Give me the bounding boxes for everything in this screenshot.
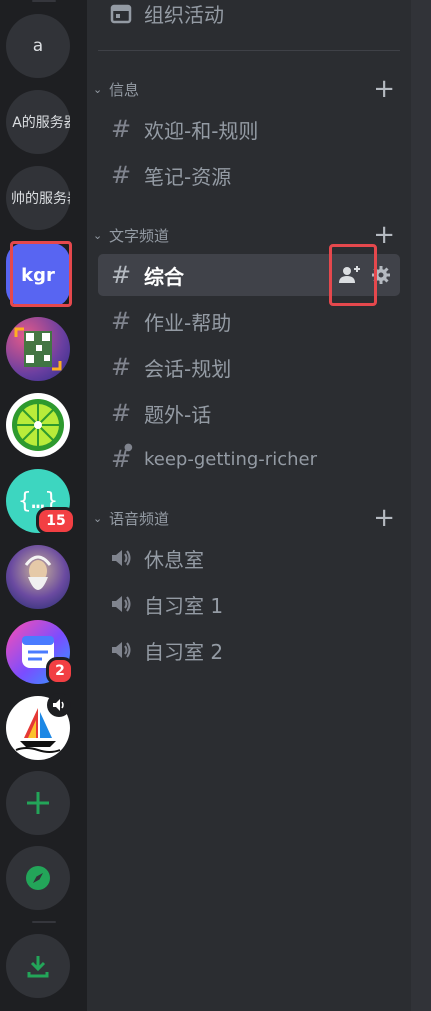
chat-area-edge — [411, 0, 431, 1011]
wizard-avatar-icon — [24, 555, 52, 590]
channel-list-panel: 组织活动 ⌄ 信息 + # 欢迎-和-规则 # 笔记-资源 ⌄ 文字频道 + #… — [87, 0, 411, 1011]
compass-icon — [26, 866, 50, 890]
server-code-unread-badge: 15 — [36, 507, 76, 535]
plus-icon — [27, 792, 49, 814]
server-a[interactable]: a — [6, 14, 70, 78]
speaker-icon — [112, 642, 131, 658]
hash-lock-icon: # ● — [110, 442, 133, 473]
add-server-button[interactable] — [6, 771, 70, 835]
rail-divider — [32, 0, 56, 2]
channel-off-topic[interactable]: # 题外-话 — [98, 392, 400, 434]
download-apps-button[interactable] — [6, 934, 70, 998]
qr-icon — [14, 327, 62, 371]
rail-divider — [32, 921, 56, 923]
channel-label: 自习室 1 — [144, 593, 224, 618]
chevron-down-icon: ⌄ — [93, 228, 103, 242]
category-info-label: 信息 — [109, 80, 140, 99]
discover-servers-button[interactable] — [6, 846, 70, 910]
voice-channel-lounge[interactable]: 休息室 — [98, 537, 400, 579]
server-chat-unread-badge: 2 — [46, 657, 74, 685]
server-a-label: a — [32, 36, 44, 56]
kgr-highlight-box — [10, 241, 72, 307]
panel-divider — [98, 50, 400, 51]
channel-label: 作业-帮助 — [144, 310, 232, 335]
channel-session-planning[interactable]: # 会话-规划 — [98, 346, 400, 388]
hash-icon: # — [110, 161, 132, 189]
add-channel-plus-icon[interactable]: + — [373, 76, 395, 102]
server-sailboat-voice-indicator — [47, 693, 71, 717]
chevron-down-icon: ⌄ — [93, 511, 103, 525]
voice-channel-study-1[interactable]: 自习室 1 — [98, 583, 400, 625]
server-rail: a A的服务器 帅的服务器 kgr — [0, 0, 87, 1011]
add-channel-plus-icon[interactable]: + — [373, 505, 395, 531]
category-text-label: 文字频道 — [109, 226, 170, 245]
hash-icon: # — [110, 307, 132, 335]
category-voice-channels[interactable]: ⌄ 语音频道 + — [93, 505, 399, 531]
server-shuai[interactable]: 帅的服务器 — [6, 166, 70, 230]
channel-label: 题外-话 — [144, 402, 212, 427]
add-channel-plus-icon[interactable]: + — [373, 222, 395, 248]
voice-channel-study-2[interactable]: 自习室 2 — [98, 629, 400, 671]
channel-label: 自习室 2 — [144, 639, 224, 664]
hash-icon: # — [110, 353, 132, 381]
server-a-server[interactable]: A的服务器 — [6, 90, 70, 154]
hash-icon: # — [110, 115, 132, 143]
speaker-icon — [53, 699, 64, 711]
server-lime[interactable] — [6, 393, 70, 457]
channel-homework-help[interactable]: # 作业-帮助 — [98, 300, 400, 342]
event-link[interactable]: 组织活动 — [98, 0, 400, 34]
invite-highlight-box — [329, 244, 377, 306]
category-voice-label: 语音频道 — [109, 509, 170, 528]
server-wizard[interactable] — [6, 545, 70, 609]
channel-keep-getting-richer[interactable]: # ● keep-getting-richer — [98, 438, 400, 480]
server-qr[interactable] — [6, 317, 70, 381]
calendar-icon — [110, 4, 132, 24]
channel-notes-resources[interactable]: # 笔记-资源 — [98, 154, 400, 196]
hash-icon: # — [110, 399, 132, 427]
chevron-down-icon: ⌄ — [93, 82, 103, 96]
server-a-server-label: A的服务器 — [12, 115, 70, 131]
category-info[interactable]: ⌄ 信息 + — [93, 76, 399, 102]
channel-welcome-rules[interactable]: # 欢迎-和-规则 — [98, 108, 400, 150]
channel-label: 休息室 — [144, 547, 204, 572]
channel-label: 笔记-资源 — [144, 164, 232, 189]
lime-icon — [12, 399, 64, 451]
speaker-icon — [112, 596, 131, 612]
speaker-icon — [112, 550, 131, 566]
hash-icon: # — [110, 261, 132, 289]
download-icon — [27, 956, 49, 978]
channel-label: 欢迎-和-规则 — [144, 118, 259, 143]
channel-label: keep-getting-richer — [144, 448, 317, 470]
channel-label: 综合 — [144, 264, 184, 289]
event-link-label: 组织活动 — [144, 2, 224, 27]
channel-label: 会话-规划 — [144, 356, 232, 381]
server-shuai-label: 帅的服务器 — [11, 191, 70, 207]
